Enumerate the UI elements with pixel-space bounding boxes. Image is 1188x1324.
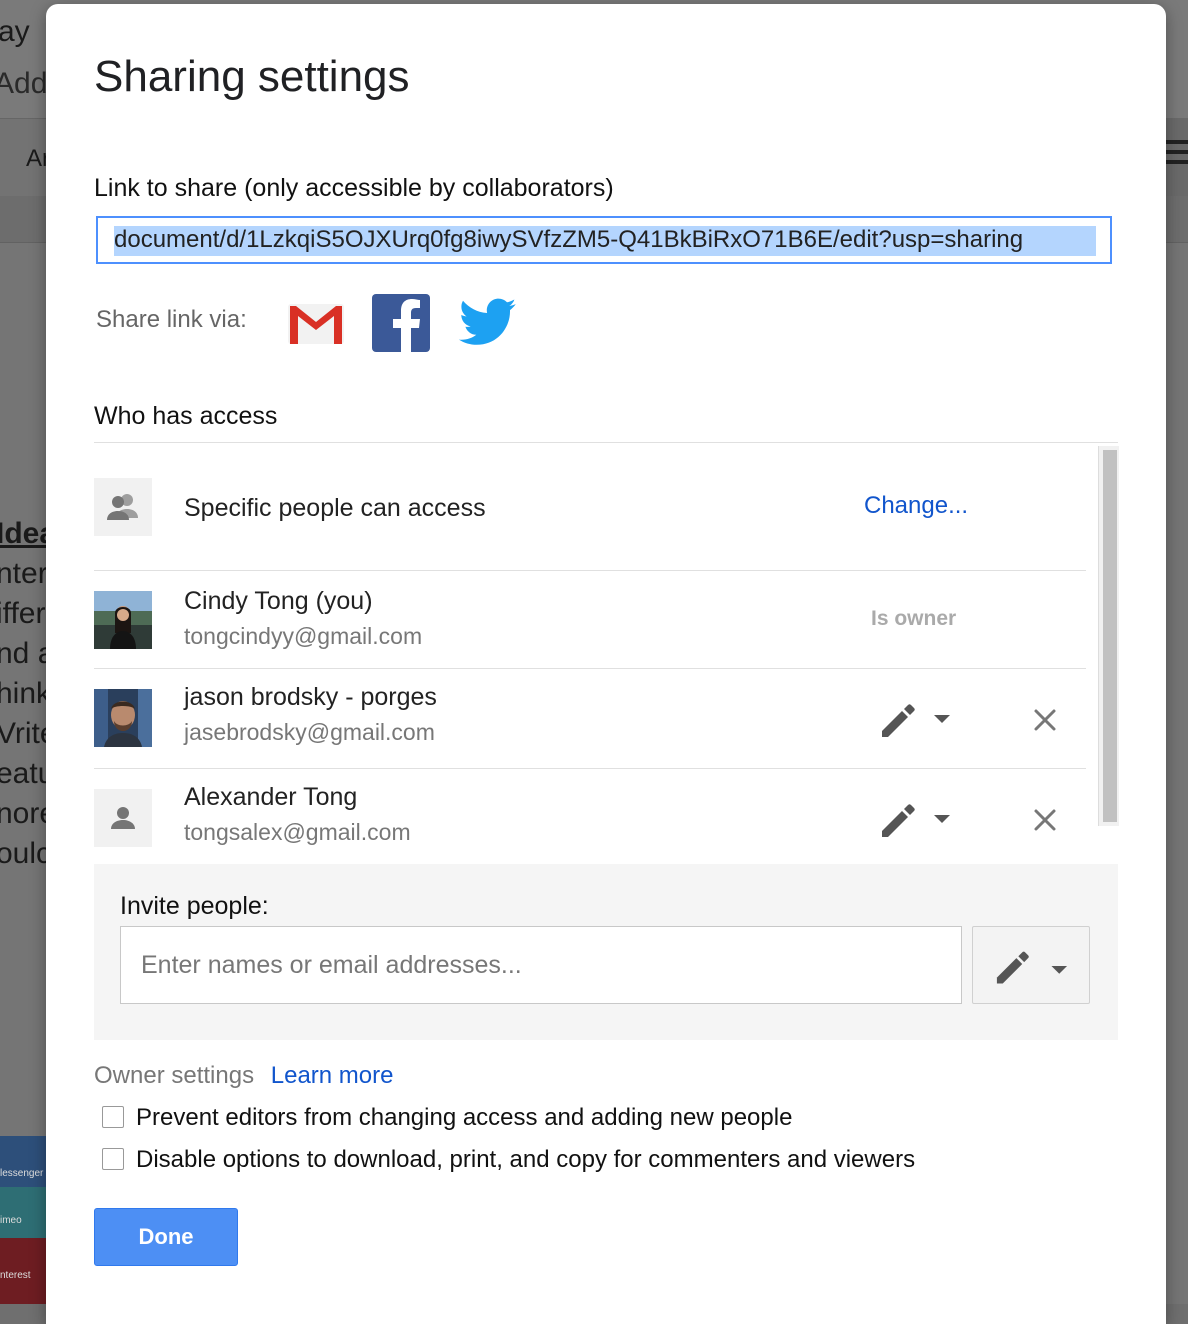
share-via-label: Share link via: bbox=[96, 306, 247, 333]
divider bbox=[94, 442, 1118, 443]
owner-settings-label: Owner settings bbox=[94, 1062, 255, 1089]
background-doc-line: oulc bbox=[0, 837, 52, 870]
access-mode-label: Specific people can access bbox=[184, 494, 486, 522]
owner-option-label: Disable options to download, print, and … bbox=[136, 1146, 916, 1173]
dialog-title: Sharing settings bbox=[94, 52, 410, 101]
invite-panel: Invite people: bbox=[94, 864, 1118, 1040]
collaborator-email: tongcindyy@gmail.com bbox=[184, 623, 423, 649]
collaborator-row: jason brodsky - porges jasebrodsky@gmail… bbox=[94, 669, 1086, 767]
background-menu-icon bbox=[1166, 140, 1188, 174]
permission-dropdown[interactable] bbox=[878, 797, 958, 839]
twitter-icon[interactable] bbox=[456, 290, 520, 354]
background-doc-line: iffer bbox=[0, 597, 46, 630]
background-title-fragment: ay bbox=[0, 15, 30, 48]
background-doc-line: hink bbox=[0, 677, 52, 710]
share-link-field[interactable] bbox=[96, 216, 1112, 264]
collaborator-email: tongsalex@gmail.com bbox=[184, 819, 411, 845]
learn-more-link[interactable]: Learn more bbox=[271, 1062, 394, 1089]
scrollbar-thumb[interactable] bbox=[1103, 450, 1117, 822]
facebook-icon[interactable] bbox=[368, 290, 432, 354]
prevent-editors-checkbox[interactable] bbox=[102, 1106, 124, 1128]
collaborator-name: jason brodsky - porges bbox=[184, 683, 437, 711]
people-group-icon bbox=[94, 478, 152, 536]
background-share-strip: nterest bbox=[0, 1238, 46, 1304]
change-access-link[interactable]: Change... bbox=[864, 492, 968, 520]
collaborator-row: Alexander Tong tongsalex@gmail.com bbox=[94, 769, 1086, 865]
sharing-settings-dialog: Sharing settings Link to share (only acc… bbox=[46, 4, 1166, 1324]
gmail-icon[interactable] bbox=[284, 290, 348, 354]
who-has-access-label: Who has access bbox=[94, 402, 278, 430]
access-mode-row: Specific people can access Change... bbox=[94, 446, 1086, 568]
collaborator-name: Cindy Tong (you) bbox=[184, 587, 373, 615]
remove-collaborator-button[interactable] bbox=[1032, 807, 1058, 833]
link-to-share-label: Link to share (only accessible by collab… bbox=[94, 174, 614, 202]
done-button[interactable]: Done bbox=[94, 1208, 238, 1266]
pencil-icon bbox=[882, 704, 915, 737]
access-list: Specific people can access Change... Cin… bbox=[94, 446, 1118, 866]
avatar bbox=[94, 689, 152, 747]
share-link-input[interactable] bbox=[98, 218, 1110, 262]
owner-option-label: Prevent editors from changing access and… bbox=[136, 1104, 793, 1131]
owner-label: Is owner bbox=[871, 607, 957, 630]
permission-dropdown[interactable] bbox=[878, 697, 958, 739]
invite-permission-dropdown[interactable] bbox=[972, 926, 1090, 1004]
chevron-down-icon bbox=[934, 815, 950, 823]
chevron-down-icon bbox=[1051, 965, 1068, 974]
pencil-icon bbox=[882, 804, 915, 837]
disable-download-checkbox[interactable] bbox=[102, 1148, 124, 1170]
remove-collaborator-button[interactable] bbox=[1032, 707, 1058, 733]
person-icon bbox=[94, 789, 152, 847]
background-share-strip: imeo bbox=[0, 1187, 46, 1239]
invite-people-input[interactable] bbox=[120, 926, 962, 1004]
collaborator-email: jasebrodsky@gmail.com bbox=[184, 719, 435, 745]
collaborator-row: Cindy Tong (you) tongcindyy@gmail.com Is… bbox=[94, 571, 1086, 667]
chevron-down-icon bbox=[934, 715, 950, 723]
owner-settings: Owner settings Learn more bbox=[94, 1062, 393, 1090]
avatar bbox=[94, 591, 152, 649]
access-list-scrollbar[interactable] bbox=[1098, 446, 1119, 826]
invite-people-label: Invite people: bbox=[120, 892, 269, 920]
pencil-icon bbox=[996, 951, 1029, 984]
collaborator-name: Alexander Tong bbox=[184, 783, 358, 811]
